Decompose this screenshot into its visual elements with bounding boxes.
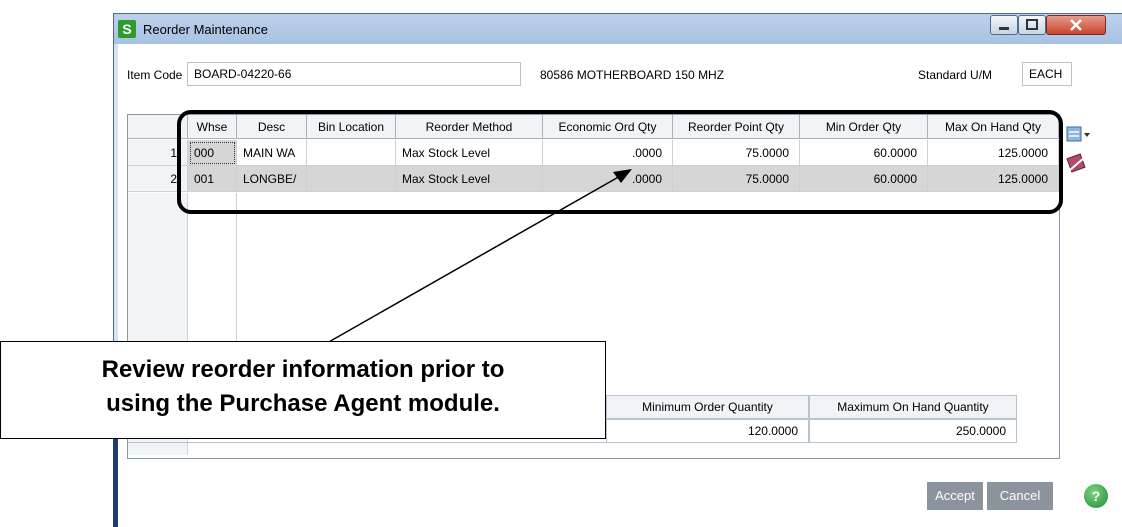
window-title: Reorder Maintenance (143, 22, 269, 37)
maximize-icon (1026, 19, 1038, 30)
min-order-quantity-total: 120.0000 (606, 419, 809, 443)
item-code-field[interactable]: BOARD-04220-66 (187, 62, 521, 86)
standard-um-field[interactable]: EACH (1022, 62, 1072, 86)
accept-button[interactable]: Accept (927, 482, 983, 510)
delete-lines-icon[interactable] (1066, 152, 1088, 174)
min-order-quantity-total-header: Minimum Order Quantity (606, 395, 809, 419)
maximize-button[interactable] (1018, 15, 1046, 35)
customize-columns-icon[interactable] (1066, 124, 1090, 144)
minimize-icon (999, 27, 1009, 30)
max-on-hand-quantity-total: 250.0000 (809, 419, 1017, 443)
item-code-label: Item Code (127, 68, 183, 82)
close-button[interactable] (1046, 15, 1106, 35)
app-icon: S (118, 20, 136, 38)
help-icon[interactable]: ? (1084, 484, 1108, 508)
item-description: 80586 MOTHERBOARD 150 MHZ (540, 68, 725, 82)
standard-um-label: Standard U/M (918, 68, 993, 82)
callout-text-line-2: using the Purchase Agent module. (106, 390, 500, 417)
callout-text-line-1: Review reorder information prior to (101, 356, 505, 383)
cancel-button[interactable]: Cancel (987, 482, 1053, 510)
max-on-hand-quantity-total-header: Maximum On Hand Quantity (809, 395, 1017, 419)
minimize-button[interactable] (990, 15, 1018, 35)
highlight-box (177, 110, 1063, 214)
close-icon (1070, 19, 1082, 31)
